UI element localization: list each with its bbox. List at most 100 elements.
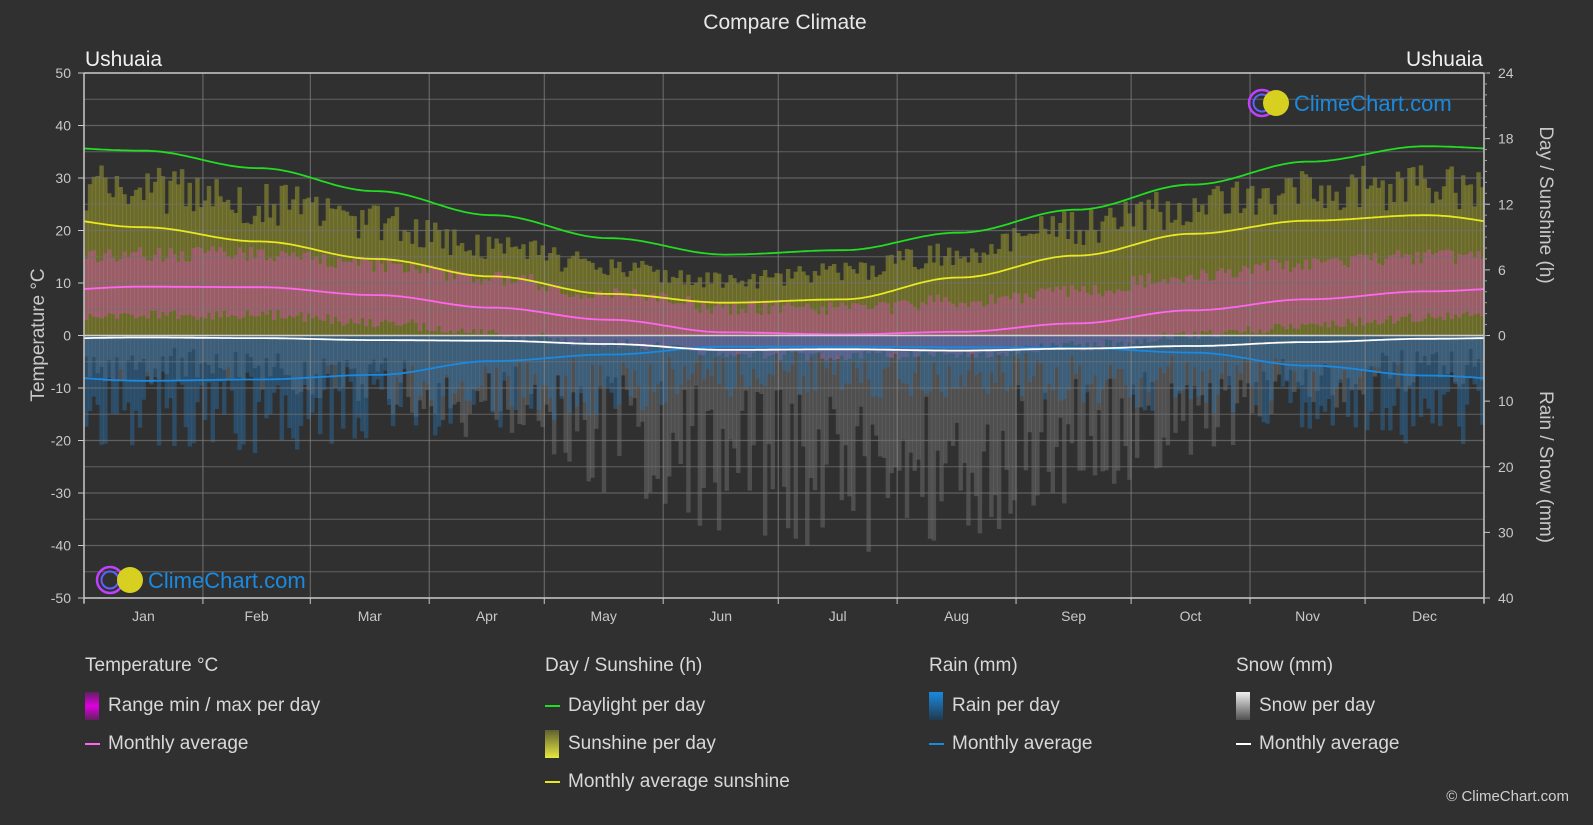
temp-range-day-bar: [436, 268, 442, 327]
rain-day-bar: [1192, 335, 1197, 368]
temp-range-day-bar: [176, 261, 181, 319]
rain-day-bar: [574, 335, 580, 407]
rain-day-bar: [927, 335, 933, 392]
rain-day-bar: [996, 335, 1002, 356]
temp-range-day-bar: [1261, 262, 1266, 334]
rain-day-bar: [118, 335, 123, 370]
legend-item: Daylight per day: [545, 695, 790, 717]
rain-day-bar: [716, 335, 722, 385]
rain-day-bar: [1330, 335, 1336, 426]
temp-range-day-bar: [1215, 271, 1220, 338]
watermark-text: ClimeChart.com: [148, 568, 306, 593]
rain-day-bar: [329, 335, 334, 444]
legend-label: Range min / max per day: [108, 695, 321, 716]
temp-range-day-bar: [1234, 277, 1240, 331]
temp-range-day-bar: [1062, 286, 1067, 344]
rain-day-bar: [1054, 335, 1059, 368]
rain-day-bar: [663, 335, 668, 403]
temp-range-day-bar: [126, 257, 131, 314]
temp-range-day-bar: [287, 255, 292, 316]
rain-day-bar: [594, 335, 599, 414]
snow-day-bar: [736, 335, 741, 473]
temp-range-day-bar: [1069, 285, 1075, 342]
rain-day-bar: [1081, 335, 1086, 403]
temp-range-day-bar: [502, 285, 507, 339]
rain-day-bar: [317, 335, 323, 435]
rain-day-bar: [1441, 335, 1447, 395]
rain-day-bar: [931, 335, 937, 364]
rain-day-bar: [183, 335, 189, 428]
rain-day-bar: [567, 335, 572, 413]
temp-range-day-bar: [283, 252, 288, 319]
rain-day-bar: [820, 335, 825, 355]
rain-day-bar: [705, 335, 710, 370]
temp-range-day-bar: [1253, 264, 1259, 334]
temp-range-day-bar: [486, 280, 492, 331]
temp-range-day-bar: [364, 259, 369, 327]
rain-day-bar: [1403, 335, 1408, 444]
rain-day-bar: [613, 335, 618, 409]
temp-range-day-bar: [1104, 290, 1109, 340]
rain-day-bar: [770, 335, 776, 376]
rain-day-bar: [686, 335, 691, 381]
rain-day-bar: [1062, 335, 1067, 400]
x-tick-label: Apr: [476, 608, 498, 624]
temp-range-day-bar: [1296, 263, 1301, 329]
watermark-logo-bottom[interactable]: ClimeChart.com: [95, 565, 306, 595]
temp-range-day-bar: [1280, 269, 1286, 327]
line-swatch-icon: [545, 781, 560, 783]
rain-day-bar: [256, 335, 262, 402]
rain-day-bar: [970, 335, 975, 352]
rain-day-bar: [210, 335, 216, 443]
temp-range-day-bar: [398, 263, 403, 326]
rain-day-bar: [298, 335, 304, 427]
temp-range-day-bar: [1299, 269, 1305, 324]
rain-day-bar: [989, 335, 994, 372]
temp-range-day-bar: [245, 260, 250, 311]
line-swatch-icon: [85, 743, 100, 745]
rain-day-bar: [172, 335, 177, 446]
rain-day-bar: [843, 335, 848, 384]
rain-day-bar: [747, 335, 752, 387]
rain-day-bar: [1027, 335, 1032, 383]
temp-range-day-bar: [1457, 254, 1462, 318]
temp-range-day-bar: [314, 256, 319, 316]
right-top-tick-label: 12: [1498, 196, 1514, 212]
rain-day-bar: [1388, 335, 1393, 431]
rain-day-bar: [1023, 335, 1029, 354]
rain-day-bar: [87, 335, 93, 411]
rain-day-bar: [697, 335, 703, 356]
rain-day-bar: [463, 335, 469, 401]
temp-range-day-bar: [1468, 251, 1474, 316]
left-tick-label: 30: [55, 170, 71, 186]
watermark-logo-top[interactable]: ClimeChart.com: [1247, 88, 1452, 118]
rain-day-bar: [916, 335, 921, 356]
temp-range-day-bar: [1368, 260, 1374, 323]
temp-range-day-bar: [390, 263, 396, 322]
left-axis-title: Temperature °C: [28, 268, 49, 401]
rain-day-bar: [1269, 335, 1274, 401]
rain-day-bar: [1303, 335, 1309, 403]
rain-day-bar: [229, 335, 235, 391]
rain-day-bar: [1046, 335, 1052, 384]
legend-label: Monthly average: [108, 733, 249, 754]
rain-day-bar: [371, 335, 377, 385]
rain-day-bar: [153, 335, 158, 378]
left-tick-label: -30: [51, 485, 71, 501]
rain-day-bar: [398, 335, 403, 407]
temp-range-day-bar: [298, 259, 304, 313]
left-tick-label: -20: [51, 433, 71, 449]
rain-day-bar: [133, 335, 139, 411]
rain-day-bar: [352, 335, 357, 439]
temp-range-day-bar: [321, 254, 327, 322]
temp-range-day-bar: [1142, 287, 1148, 339]
rain-day-bar: [812, 335, 818, 391]
temp-range-day-bar: [1411, 264, 1416, 322]
chart-title: Compare Climate: [703, 11, 866, 34]
temp-range-day-bar: [532, 280, 538, 337]
rain-day-bar: [624, 335, 630, 368]
temp-range-day-bar: [1242, 265, 1247, 332]
rain-day-bar: [1353, 335, 1359, 428]
temp-range-day-bar: [1276, 262, 1282, 324]
temp-range-day-bar: [1453, 264, 1458, 315]
